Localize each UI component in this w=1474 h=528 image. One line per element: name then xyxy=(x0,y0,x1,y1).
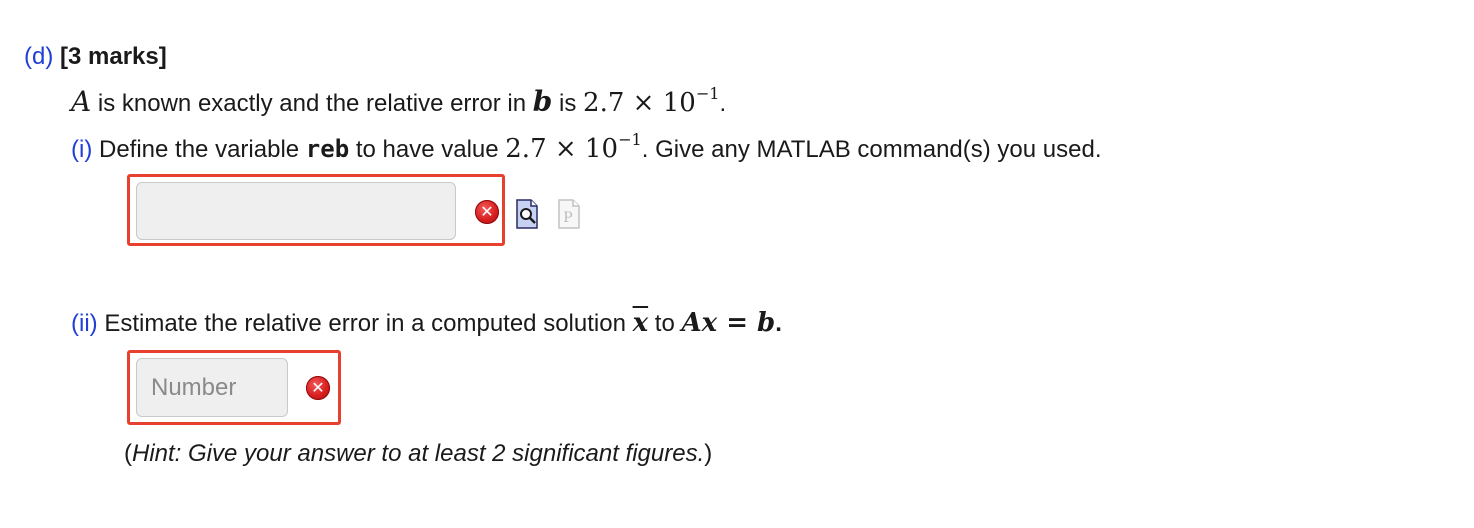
sub-question-ii: (ii) Estimate the relative error in a co… xyxy=(71,306,782,341)
preview-icon[interactable] xyxy=(514,198,540,230)
sub-i-text-2: to have value xyxy=(349,136,506,163)
sub-question-i: (i) Define the variable reb to have valu… xyxy=(71,131,1102,167)
sub-ii-text-1: Estimate the relative error in a compute… xyxy=(97,310,633,337)
error-icon: ✕ xyxy=(306,376,330,400)
x-bar-symbol: x xyxy=(632,308,649,338)
part-d-label: (d) xyxy=(24,43,54,70)
statement-value: 2.7 × 10−1 xyxy=(583,85,720,118)
sub-i-value-exponent: −1 xyxy=(618,129,642,149)
relative-error-number-input[interactable] xyxy=(136,358,288,417)
sub-ii-label: (ii) xyxy=(71,310,98,337)
part-d-marks: [3 marks] xyxy=(60,43,167,70)
statement-end: . xyxy=(719,90,727,117)
variable-reb: reb xyxy=(305,135,350,163)
sub-i-label: (i) xyxy=(71,136,93,163)
sub-i-text-1: Define the variable xyxy=(92,136,306,163)
vector-b-symbol: b xyxy=(532,85,553,118)
statement-value-exponent: −1 xyxy=(695,83,720,103)
hint-body: Hint: Give your answer to at least 2 sig… xyxy=(132,440,705,467)
sub-i-value-mantissa: 2.7 × 10 xyxy=(505,134,619,164)
sub-ii-end: . xyxy=(775,310,782,337)
svg-text:P: P xyxy=(563,210,572,226)
sub-ii-text-2: to xyxy=(648,310,682,337)
matlab-command-input[interactable] xyxy=(136,182,456,240)
problem-statement: A is known exactly and the relative erro… xyxy=(71,85,726,121)
hint-close-paren: ) xyxy=(704,440,713,467)
p-icon[interactable]: P xyxy=(556,198,582,230)
error-icon: ✕ xyxy=(475,200,499,224)
sub-i-value: 2.7 × 10−1 xyxy=(505,131,642,164)
hint-open-paren: ( xyxy=(124,440,132,467)
sub-i-text-3: . Give any MATLAB command(s) you used. xyxy=(641,136,1102,163)
statement-text-2: is xyxy=(552,90,584,117)
equation-ax-b: Ax = b xyxy=(681,308,776,338)
statement-value-mantissa: 2.7 × 10 xyxy=(583,88,696,118)
statement-text-1: is known exactly and the relative error … xyxy=(91,90,533,117)
hint-text: (Hint: Give your answer to at least 2 si… xyxy=(124,437,712,471)
part-d-heading: (d) [3 marks] xyxy=(24,40,167,74)
matrix-a-symbol: A xyxy=(71,85,92,118)
